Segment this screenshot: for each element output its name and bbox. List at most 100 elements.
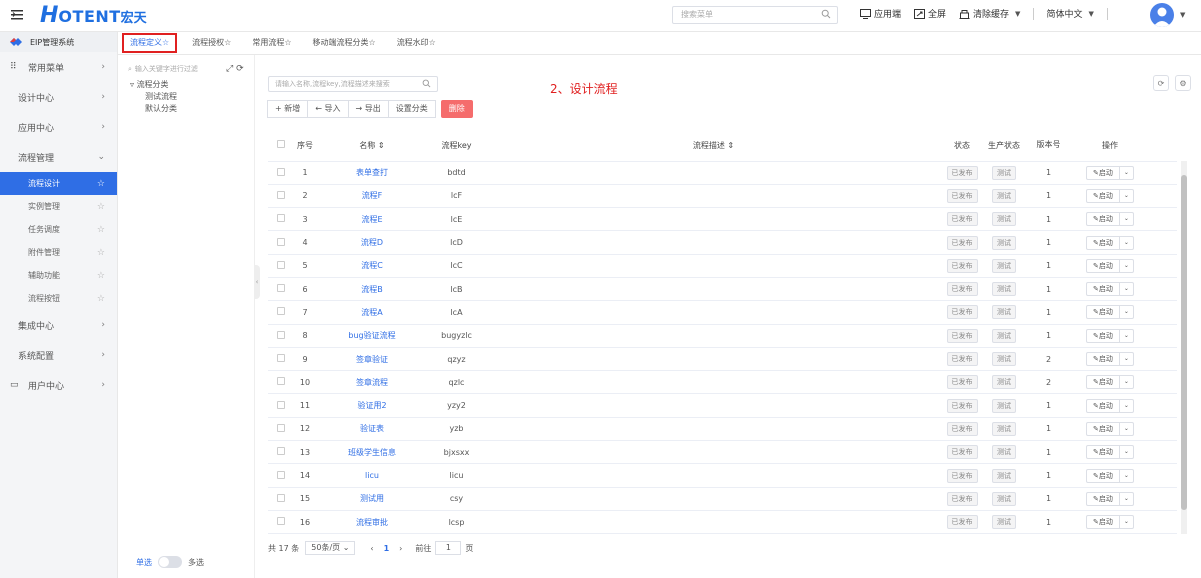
sidebar-item-common-menu[interactable]: ⠿ 常用菜单 › [0, 52, 117, 82]
row-checkbox[interactable] [268, 440, 294, 465]
cell-name-link[interactable]: 签章流程 [316, 370, 428, 395]
cell-name-link[interactable]: 流程E [316, 207, 428, 232]
start-button[interactable]: ✎启动 [1087, 329, 1120, 342]
selection-switch[interactable] [158, 556, 182, 568]
cell-name-link[interactable]: 验证表 [316, 417, 428, 442]
start-button[interactable]: ✎启动 [1087, 306, 1120, 319]
cell-name-link[interactable]: 流程F [316, 184, 428, 209]
refresh-button[interactable]: ⟳ [1153, 75, 1169, 91]
more-ops-dropdown[interactable]: ⌄ [1120, 470, 1133, 482]
delete-button[interactable]: 删除 [440, 100, 473, 118]
start-button[interactable]: ✎启动 [1087, 259, 1120, 272]
sidebar-sub-task-schedule[interactable]: 任务调度 ☆ [0, 218, 117, 241]
menu-toggle-icon[interactable] [10, 8, 24, 22]
row-checkbox[interactable] [268, 300, 294, 325]
search-icon[interactable] [821, 9, 831, 19]
scrollbar-thumb[interactable] [1181, 175, 1187, 510]
start-button[interactable]: ✎启动 [1087, 283, 1120, 296]
add-button[interactable]: + 新增 [267, 100, 309, 118]
sidebar-item-process-mgmt[interactable]: 流程管理 ⌄ [0, 142, 117, 172]
star-icon[interactable]: ☆ [97, 294, 105, 304]
row-checkbox[interactable] [268, 324, 294, 348]
cell-name-link[interactable]: 流程C [316, 254, 428, 278]
star-icon[interactable]: ☆ [97, 202, 105, 212]
more-ops-dropdown[interactable]: ⌄ [1120, 493, 1133, 505]
cell-name-link[interactable]: 流程A [316, 300, 428, 325]
col-header-desc[interactable]: 流程描述 ⇕ [485, 130, 942, 162]
cell-name-link[interactable]: bug验证流程 [316, 324, 428, 348]
cell-name-link[interactable]: 流程审批 [316, 510, 428, 535]
row-checkbox[interactable] [268, 370, 294, 395]
row-checkbox[interactable] [268, 207, 294, 232]
page-size-select[interactable]: 50条/页 ⌄ [305, 541, 356, 555]
tab-process-watermark[interactable]: 流程水印☆ [391, 33, 442, 53]
sidebar-sub-process-design[interactable]: 流程设计 ☆ [0, 172, 117, 195]
menu-search-input[interactable]: 搜索菜单 [672, 6, 838, 24]
tab-process-definition[interactable]: 流程定义☆ [122, 33, 178, 53]
settings-button[interactable]: ⚙ [1175, 75, 1191, 91]
table-scrollbar[interactable] [1181, 161, 1187, 534]
cell-name-link[interactable]: 测试用 [316, 487, 428, 511]
more-ops-dropdown[interactable]: ⌄ [1120, 260, 1133, 272]
avatar[interactable] [1150, 3, 1174, 27]
chevron-down-icon[interactable]: ▼ [1180, 11, 1185, 19]
next-page-button[interactable]: › [399, 544, 402, 553]
row-checkbox[interactable] [268, 184, 294, 209]
export-button[interactable]: → 导出 [347, 100, 389, 118]
clear-cache-link[interactable]: 清除缓存 ▼ [959, 7, 1020, 20]
more-ops-dropdown[interactable]: ⌄ [1120, 213, 1133, 225]
star-icon[interactable]: ☆ [97, 225, 105, 235]
more-ops-dropdown[interactable]: ⌄ [1120, 423, 1133, 435]
more-ops-dropdown[interactable]: ⌄ [1120, 376, 1133, 388]
row-checkbox[interactable] [268, 254, 294, 278]
start-button[interactable]: ✎启动 [1087, 446, 1120, 459]
row-checkbox[interactable] [268, 487, 294, 511]
tree-node-root[interactable]: ▿ 流程分类 [118, 79, 254, 91]
row-checkbox[interactable] [268, 277, 294, 302]
more-ops-dropdown[interactable]: ⌄ [1120, 190, 1133, 202]
row-checkbox[interactable] [268, 417, 294, 442]
tab-process-authorization[interactable]: 流程授权☆ [186, 33, 237, 53]
start-button[interactable]: ✎启动 [1087, 516, 1120, 529]
more-ops-dropdown[interactable]: ⌄ [1120, 167, 1133, 179]
row-checkbox[interactable] [268, 161, 294, 185]
goto-page-input[interactable]: 1 [435, 541, 462, 555]
start-button[interactable]: ✎启动 [1087, 492, 1120, 505]
star-icon[interactable]: ☆ [97, 271, 105, 281]
sidebar-item-design-center[interactable]: 设计中心 › [0, 82, 117, 112]
row-checkbox[interactable] [268, 510, 294, 535]
tab-mobile-process-category[interactable]: 移动端流程分类☆ [307, 33, 382, 53]
row-checkbox[interactable] [268, 230, 294, 255]
cell-name-link[interactable]: licu [316, 463, 428, 488]
language-select[interactable]: 简体中文 ▼ [1046, 7, 1093, 21]
start-button[interactable]: ✎启动 [1087, 399, 1120, 412]
more-ops-dropdown[interactable]: ⌄ [1120, 237, 1133, 249]
cell-name-link[interactable]: 签章验证 [316, 347, 428, 372]
star-icon[interactable]: ☆ [97, 179, 105, 189]
more-ops-dropdown[interactable]: ⌄ [1120, 306, 1133, 318]
more-ops-dropdown[interactable]: ⌄ [1120, 330, 1133, 342]
row-checkbox[interactable] [268, 393, 294, 418]
sidebar-sub-aux-functions[interactable]: 辅助功能 ☆ [0, 264, 117, 287]
col-header-prod-status[interactable]: 生产状态 [982, 130, 1026, 162]
sidebar-item-app-center[interactable]: 应用中心 › [0, 112, 117, 142]
tree-node-default[interactable]: 默认分类 [118, 103, 254, 115]
start-button[interactable]: ✎启动 [1087, 422, 1120, 435]
cell-name-link[interactable]: 表单查打 [316, 161, 428, 185]
row-checkbox[interactable] [268, 347, 294, 372]
start-button[interactable]: ✎启动 [1087, 236, 1120, 249]
tab-common-process[interactable]: 常用流程☆ [246, 33, 297, 53]
process-search-input[interactable]: 请输入名称,流程key,流程描述来搜索 [268, 76, 438, 92]
start-button[interactable]: ✎启动 [1087, 469, 1120, 482]
start-button[interactable]: ✎启动 [1087, 213, 1120, 226]
current-page[interactable]: 1 [384, 544, 390, 553]
cell-name-link[interactable]: 流程D [316, 230, 428, 255]
row-checkbox[interactable] [268, 463, 294, 488]
start-button[interactable]: ✎启动 [1087, 376, 1120, 389]
more-ops-dropdown[interactable]: ⌄ [1120, 283, 1133, 295]
expand-icon[interactable]: ⤢ [226, 64, 233, 74]
more-ops-dropdown[interactable]: ⌄ [1120, 446, 1133, 458]
start-button[interactable]: ✎启动 [1087, 166, 1120, 179]
more-ops-dropdown[interactable]: ⌄ [1120, 400, 1133, 412]
start-button[interactable]: ✎启动 [1087, 189, 1120, 202]
